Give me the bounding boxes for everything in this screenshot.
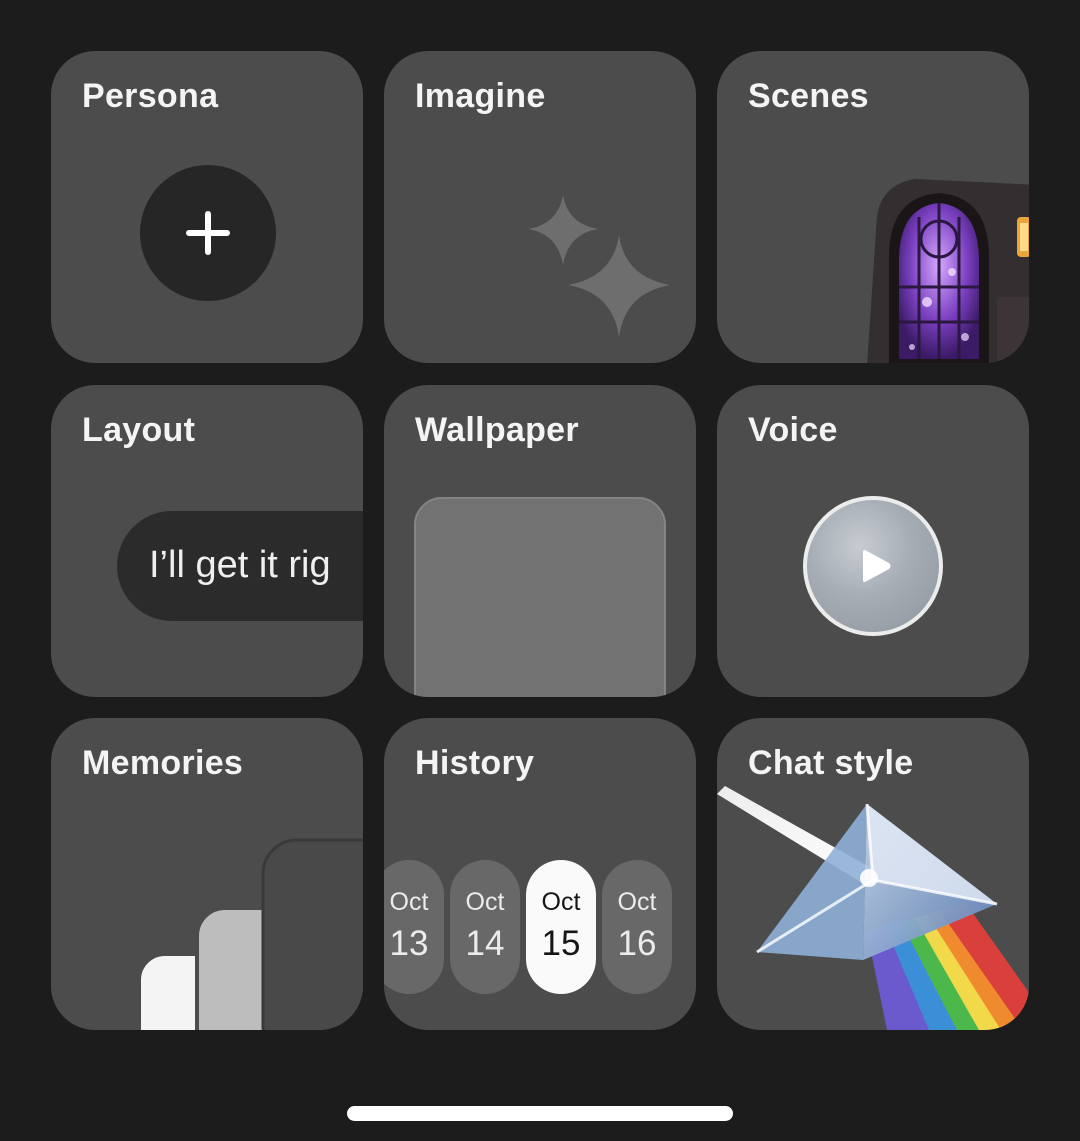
chat-bubble-text: I’ll get it rig: [149, 544, 331, 586]
plus-icon: [186, 211, 230, 255]
date-day: 14: [465, 924, 505, 963]
chat-style-title: Chat style: [748, 744, 914, 782]
wallpaper-preview: [414, 497, 666, 697]
date-pill-oct-14[interactable]: Oct 14: [450, 860, 520, 994]
date-pill-oct-16[interactable]: Oct 16: [602, 860, 672, 994]
history-tile[interactable]: History Oct 13 Oct 14 Oct 15 Oct 16: [384, 718, 696, 1030]
layout-title: Layout: [82, 411, 196, 449]
chat-style-tile[interactable]: Chat style: [717, 718, 1029, 1030]
voice-tile[interactable]: Voice: [717, 385, 1029, 697]
add-persona-button[interactable]: [140, 165, 276, 301]
wallpaper-title: Wallpaper: [415, 411, 579, 449]
date-month: Oct: [389, 888, 429, 916]
sparkles-icon: [528, 195, 670, 337]
voice-play-button[interactable]: [803, 496, 943, 636]
date-day: 15: [541, 924, 581, 963]
date-pill-oct-13[interactable]: Oct 13: [384, 860, 444, 994]
date-month: Oct: [617, 888, 657, 916]
layout-tile[interactable]: Layout I’ll get it rig: [51, 385, 363, 697]
chat-bubble-preview: I’ll get it rig: [117, 511, 363, 621]
memories-title: Memories: [82, 744, 244, 782]
home-indicator[interactable]: [347, 1106, 733, 1121]
memories-tile[interactable]: Memories: [51, 718, 363, 1030]
voice-title: Voice: [748, 411, 838, 449]
stained-glass-scene-image: [867, 179, 1029, 363]
imagine-title: Imagine: [415, 77, 546, 115]
wallpaper-tile[interactable]: Wallpaper: [384, 385, 696, 697]
date-pill-oct-15-selected[interactable]: Oct 15: [526, 860, 596, 994]
persona-tile[interactable]: Persona: [51, 51, 363, 363]
play-icon: [863, 550, 891, 582]
date-day: 16: [617, 924, 657, 963]
persona-title: Persona: [82, 77, 219, 115]
scenes-tile[interactable]: Scenes: [717, 51, 1029, 363]
date-month: Oct: [465, 888, 505, 916]
history-title: History: [415, 744, 535, 782]
scenes-title: Scenes: [748, 77, 869, 115]
date-day: 13: [389, 924, 429, 963]
date-month: Oct: [541, 888, 581, 916]
imagine-tile[interactable]: Imagine: [384, 51, 696, 363]
